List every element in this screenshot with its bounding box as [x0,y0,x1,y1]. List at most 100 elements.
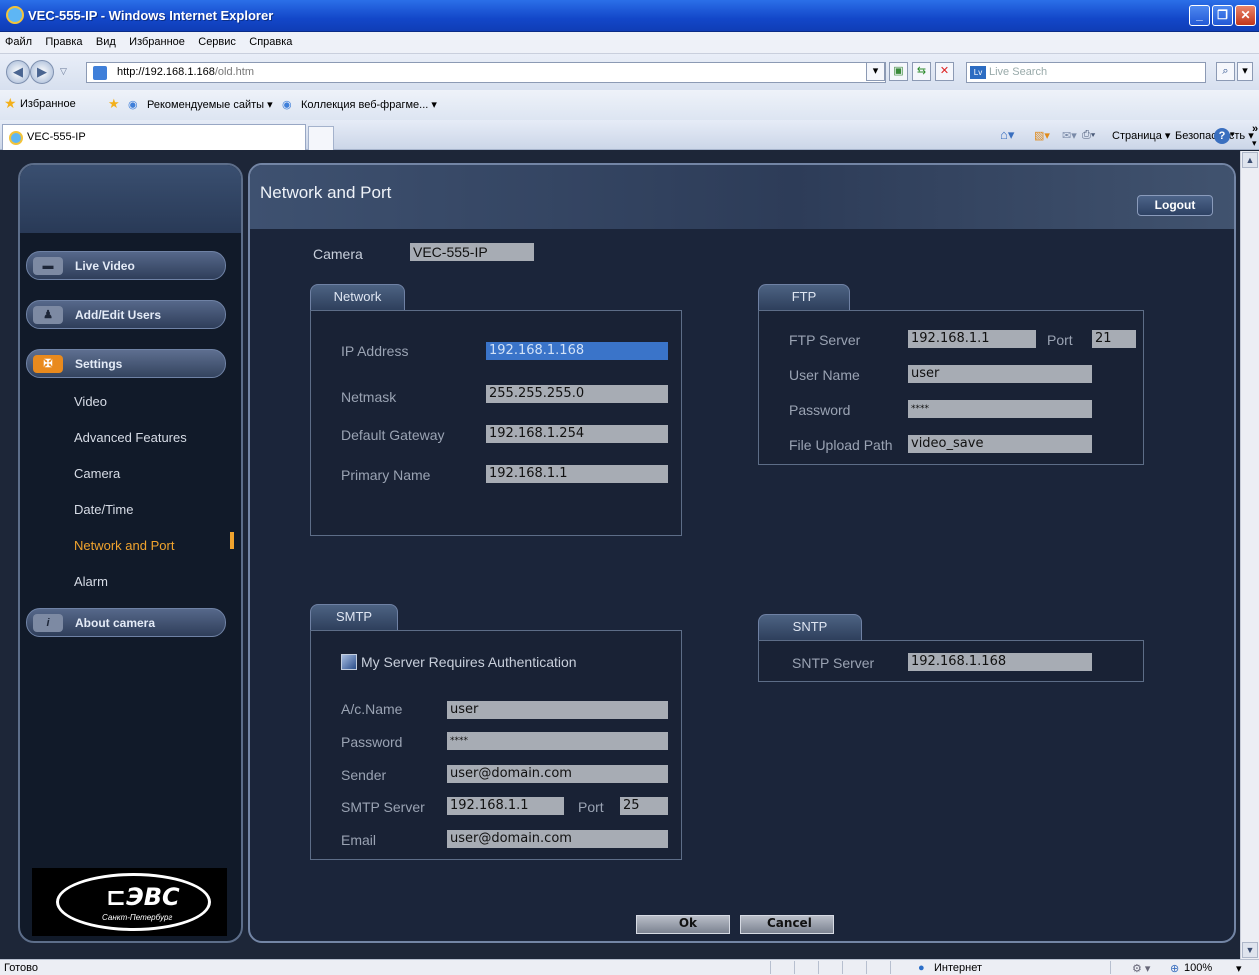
ftp-server-field[interactable]: 192.168.1.1 [908,330,1036,348]
help-dropdown-icon[interactable]: ▾ [1230,129,1235,140]
favorites-button[interactable]: Избранное [20,98,76,110]
ie-page-icon: ◉ [128,99,138,111]
tab-network[interactable]: Network [310,284,405,310]
menu-file[interactable]: Файл [0,32,37,48]
navigation-bar: ◀ ▶ ▽ http://192.168.1.168/old.htm ▾ ▣ ⇆… [0,54,1259,90]
page-menu[interactable]: Страница ▾ [1112,129,1170,142]
auth-checkbox[interactable] [341,654,357,670]
security-zone-label: Интернет [934,962,982,974]
title-bar: VEC-555-IP - Windows Internet Explorer _… [0,0,1259,32]
browser-tab[interactable]: VEC-555-IP [2,124,306,150]
camera-label: Camera [313,246,363,262]
vertical-scrollbar[interactable]: ▲ ▼ [1240,151,1259,959]
minimize-button[interactable]: _ [1189,5,1210,26]
ie-page-icon: ◉ [282,99,292,111]
menu-favorites[interactable]: Избранное [124,32,190,48]
tab-sntp[interactable]: SNTP [758,614,862,640]
status-text: Готово [4,962,38,974]
menu-tools[interactable]: Сервис [193,32,241,48]
menu-help[interactable]: Справка [244,32,297,48]
sidebar-item-date-time[interactable]: Date/Time [74,502,133,517]
back-icon[interactable]: ◀ [6,60,30,84]
protected-mode-icon[interactable]: ⚙ ▾ [1132,962,1150,975]
camera-name-field[interactable]: VEC-555-IP [410,243,534,261]
smtp-password-field[interactable]: **** [447,732,668,750]
smtp-port-field[interactable]: 25 [620,797,668,815]
smtp-server-label: SMTP Server [341,799,425,815]
default-gateway-field[interactable]: 192.168.1.254 [486,425,668,443]
ip-address-field[interactable]: 192.168.1.168 [486,342,668,360]
search-options-icon[interactable]: ▾ [1237,62,1253,81]
search-input[interactable]: Lv Live Search [966,62,1206,83]
tab-ftp[interactable]: FTP [758,284,850,310]
internet-zone-icon: ● [918,962,925,974]
company-logo: ⊏ЭВС Санкт-Петербург [32,868,227,936]
suggested-sites-link[interactable]: Рекомендуемые сайты ▾ [147,98,273,111]
ftp-port-field[interactable]: 21 [1092,330,1136,348]
print-icon[interactable]: ⎙▾ [1082,129,1095,142]
sidebar-item-settings[interactable]: ✠ Settings [26,349,226,378]
more-icon[interactable]: » [1252,123,1258,135]
sidebar-item-camera[interactable]: Camera [74,466,120,481]
scroll-up-icon[interactable]: ▲ [1242,152,1258,168]
netmask-field[interactable]: 255.255.255.0 [486,385,668,403]
ftp-password-label: Password [789,402,851,418]
ftp-user-name-field[interactable]: user [908,365,1092,383]
address-bar[interactable]: http://192.168.1.168/old.htm [86,62,886,83]
refresh-icon[interactable]: ⇆ [912,62,931,81]
zoom-dropdown-icon[interactable]: ▾ [1236,962,1242,975]
favorites-star-icon: ★ [4,95,17,111]
ftp-password-field[interactable]: **** [908,400,1092,418]
feeds-icon[interactable]: ▧▾ [1034,129,1050,142]
search-icon[interactable]: ⌕ [1216,62,1235,81]
help-icon[interactable]: ? [1214,128,1230,144]
ok-button[interactable]: Ok [636,915,730,934]
sidebar-item-about-camera[interactable]: i About camera [26,608,226,637]
home-icon[interactable]: ⌂▾ [1000,127,1014,143]
add-user-icon: ♟ [33,306,63,324]
sntp-server-field[interactable]: 192.168.1.168 [908,653,1092,671]
ie-logo-icon [6,6,24,24]
compatibility-icon[interactable]: ▣ [889,62,908,81]
account-name-label: A/c.Name [341,701,403,717]
cancel-button[interactable]: Cancel [740,915,834,934]
smtp-server-field[interactable]: 192.168.1.1 [447,797,564,815]
tab-smtp[interactable]: SMTP [310,604,398,630]
sidebar-item-video[interactable]: Video [74,394,107,409]
header-banner [250,165,1234,229]
sntp-server-label: SNTP Server [792,655,875,671]
ie-tab-icon [9,131,23,145]
new-tab-button[interactable] [308,126,334,150]
mail-icon[interactable]: ✉▾ [1062,129,1077,142]
email-field[interactable]: user@domain.com [447,830,668,848]
stop-icon[interactable]: ✕ [935,62,954,81]
sidebar-item-advanced-features[interactable]: Advanced Features [74,430,187,445]
scroll-down-icon[interactable]: ▼ [1242,942,1258,958]
netmask-label: Netmask [341,389,397,405]
sidebar-header [20,165,241,233]
sidebar-item-network-and-port[interactable]: Network and Port [74,538,174,553]
file-upload-path-field[interactable]: video_save [908,435,1092,453]
web-slice-gallery-link[interactable]: Коллекция веб-фрагме... ▾ [301,98,437,111]
sidebar-item-live-video[interactable]: ▬ Live Video [26,251,226,280]
history-dropdown-icon[interactable]: ▽ [60,66,67,77]
sender-label: Sender [341,767,387,783]
sidebar-item-add-edit-users[interactable]: ♟ Add/Edit Users [26,300,226,329]
account-name-field[interactable]: user [447,701,668,719]
primary-name-field[interactable]: 192.168.1.1 [486,465,668,483]
sender-field[interactable]: user@domain.com [447,765,668,783]
close-button[interactable]: ✕ [1235,5,1256,26]
zoom-level[interactable]: 100% [1184,962,1212,974]
maximize-button[interactable]: ❐ [1212,5,1233,26]
address-dropdown-icon[interactable]: ▾ [866,62,885,81]
auth-checkbox-label: My Server Requires Authentication [361,654,577,670]
forward-icon[interactable]: ▶ [30,60,54,84]
smtp-password-label: Password [341,734,403,750]
window-title: VEC-555-IP - Windows Internet Explorer [28,8,274,23]
menu-view[interactable]: Вид [91,32,121,48]
add-favorites-icon[interactable]: ★ [108,96,120,112]
sidebar: ▬ Live Video ♟ Add/Edit Users ✠ Settings Vi… [18,163,243,943]
sidebar-item-alarm[interactable]: Alarm [74,574,108,589]
menu-edit[interactable]: Правка [40,32,87,48]
logout-button[interactable]: Logout [1137,195,1213,216]
